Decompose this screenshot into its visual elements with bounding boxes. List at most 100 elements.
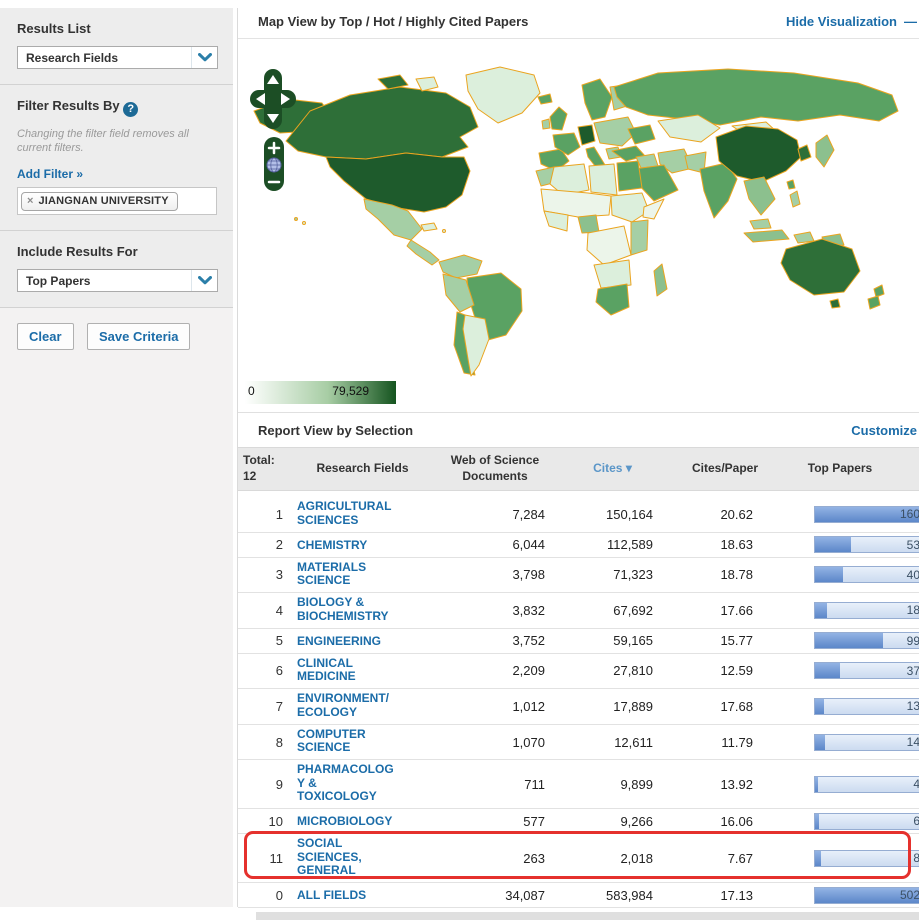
top-papers-bar-fill xyxy=(815,537,851,552)
research-field-link[interactable]: CHEMISTRY xyxy=(295,539,367,553)
top-papers-bar: 40 xyxy=(814,566,919,583)
include-results-dropdown[interactable]: Top Papers xyxy=(17,269,218,292)
results-list-value: Research Fields xyxy=(18,51,118,65)
world-map-svg xyxy=(238,43,919,381)
top-papers-bar-fill xyxy=(815,814,819,829)
country-australia xyxy=(781,239,860,295)
wos-documents-value: 3,752 xyxy=(430,633,560,648)
research-field-link[interactable]: COMPUTER SCIENCE xyxy=(295,728,366,755)
hide-visualization-link[interactable]: Hide Visualization — xyxy=(786,14,917,29)
cites-value: 2,018 xyxy=(560,851,665,866)
filter-heading: Filter Results By ? xyxy=(17,98,217,117)
help-icon[interactable]: ? xyxy=(123,102,138,117)
research-field-link[interactable]: PHARMACOLOG Y & TOXICOLOGY xyxy=(295,763,394,804)
top-papers-bar: 8 xyxy=(814,850,919,867)
legend-min-value: 0 xyxy=(248,384,255,398)
top-papers-value: 18 xyxy=(907,603,919,617)
chevron-down-icon xyxy=(191,47,217,68)
filter-input-area[interactable]: × JIANGNAN UNIVERSITY xyxy=(17,187,217,215)
customize-link[interactable]: Customize xyxy=(851,423,917,438)
table-row: 11 SOCIAL SCIENCES, GENERAL 263 2,018 7.… xyxy=(238,834,919,883)
results-list-section: Results List Research Fields xyxy=(0,8,233,85)
top-papers-value: 8 xyxy=(913,851,919,865)
results-list-dropdown[interactable]: Research Fields xyxy=(17,46,218,69)
map-zoom-control[interactable] xyxy=(264,137,284,191)
filter-tag-label: JIANGNAN UNIVERSITY xyxy=(38,195,168,207)
top-papers-bar-fill xyxy=(815,633,883,648)
table-row: 2 CHEMISTRY 6,044 112,589 18.63 53 xyxy=(238,533,919,558)
research-field-link[interactable]: ENVIRONMENT/ ECOLOGY xyxy=(295,692,389,719)
globe-icon xyxy=(267,158,281,172)
wos-documents-value: 6,044 xyxy=(430,537,560,552)
table-row: 9 PHARMACOLOG Y & TOXICOLOGY 711 9,899 1… xyxy=(238,760,919,809)
country-uk xyxy=(550,107,567,130)
research-field-link[interactable]: MICROBIOLOGY xyxy=(295,815,392,829)
wos-documents-header: Web of Science Documents xyxy=(430,453,560,484)
sidebar: Results List Research Fields Filter Resu… xyxy=(0,8,233,907)
row-rank: 1 xyxy=(238,507,295,522)
top-papers-bar-fill xyxy=(815,567,843,582)
wos-documents-value: 263 xyxy=(430,851,560,866)
world-map[interactable] xyxy=(238,43,919,381)
country-japan xyxy=(816,135,834,167)
add-filter-link[interactable]: Add Filter » xyxy=(17,167,83,181)
research-field-link[interactable]: ALL FIELDS xyxy=(295,889,366,903)
table-row: 0 ALL FIELDS 34,087 583,984 17.13 502 xyxy=(238,883,919,908)
row-rank: 10 xyxy=(238,814,295,829)
research-field-link[interactable]: AGRICULTURAL SCIENCES xyxy=(295,500,391,527)
research-field-link[interactable]: CLINICAL MEDICINE xyxy=(295,657,356,684)
table-row: 1 AGRICULTURAL SCIENCES 7,284 150,164 20… xyxy=(238,497,919,533)
chevron-down-icon xyxy=(191,270,217,291)
row-rank: 9 xyxy=(238,777,295,792)
remove-filter-icon[interactable]: × xyxy=(27,195,33,207)
table-row: 3 MATERIALS SCIENCE 3,798 71,323 18.78 4… xyxy=(238,558,919,594)
top-papers-value: 4 xyxy=(913,777,919,791)
row-rank: 0 xyxy=(238,888,295,903)
cites-per-paper-value: 11.79 xyxy=(665,735,785,750)
wos-documents-value: 3,832 xyxy=(430,603,560,618)
cites-per-paper-value: 13.92 xyxy=(665,777,785,792)
cites-value: 27,810 xyxy=(560,663,665,678)
save-criteria-button[interactable]: Save Criteria xyxy=(87,323,191,350)
wos-documents-value: 1,070 xyxy=(430,735,560,750)
cites-per-paper-value: 7.67 xyxy=(665,851,785,866)
table-row: 4 BIOLOGY & BIOCHEMISTRY 3,832 67,692 17… xyxy=(238,593,919,629)
sort-desc-icon: ▾ xyxy=(626,461,632,475)
top-papers-bar-fill xyxy=(815,603,827,618)
country-russia xyxy=(614,69,898,125)
country-south-korea xyxy=(798,145,811,161)
cites-value: 112,589 xyxy=(560,537,665,552)
filter-tag[interactable]: × JIANGNAN UNIVERSITY xyxy=(21,192,178,211)
research-field-link[interactable]: SOCIAL SCIENCES, GENERAL xyxy=(295,837,362,878)
cites-value: 583,984 xyxy=(560,888,665,903)
include-results-heading: Include Results For xyxy=(17,244,217,259)
country-usa xyxy=(326,153,470,212)
cites-per-paper-value: 18.63 xyxy=(665,537,785,552)
cites-per-paper-value: 12.59 xyxy=(665,663,785,678)
top-papers-value: 37 xyxy=(907,664,919,678)
include-results-section: Include Results For Top Papers xyxy=(0,231,233,308)
results-list-heading: Results List xyxy=(17,21,217,36)
research-field-link[interactable]: BIOLOGY & BIOCHEMISTRY xyxy=(295,596,389,623)
cites-per-paper-value: 18.78 xyxy=(665,567,785,582)
cites-value: 71,323 xyxy=(560,567,665,582)
top-papers-bar: 37 xyxy=(814,662,919,679)
main-content: Map View by Top / Hot / Highly Cited Pap… xyxy=(238,0,919,907)
top-papers-bar-fill xyxy=(815,851,821,866)
cites-sort-header[interactable]: Cites ▾ xyxy=(560,461,665,477)
top-papers-value: 14 xyxy=(907,735,919,749)
row-rank: 5 xyxy=(238,633,295,648)
research-field-link[interactable]: MATERIALS SCIENCE xyxy=(295,561,366,588)
table-row: 5 ENGINEERING 3,752 59,165 15.77 99 xyxy=(238,629,919,654)
research-field-link[interactable]: ENGINEERING xyxy=(295,635,381,649)
country-greenland xyxy=(466,67,540,123)
map-view-title: Map View by Top / Hot / Highly Cited Pap… xyxy=(258,14,528,29)
report-table: 1 AGRICULTURAL SCIENCES 7,284 150,164 20… xyxy=(238,491,919,908)
table-row: 10 MICROBIOLOGY 577 9,266 16.06 6 xyxy=(238,809,919,834)
clear-button[interactable]: Clear xyxy=(17,323,74,350)
footer-strip xyxy=(256,912,919,920)
cites-value: 67,692 xyxy=(560,603,665,618)
top-papers-value: 53 xyxy=(907,538,919,552)
top-papers-value: 99 xyxy=(907,634,919,648)
research-fields-header: Research Fields xyxy=(295,461,430,477)
